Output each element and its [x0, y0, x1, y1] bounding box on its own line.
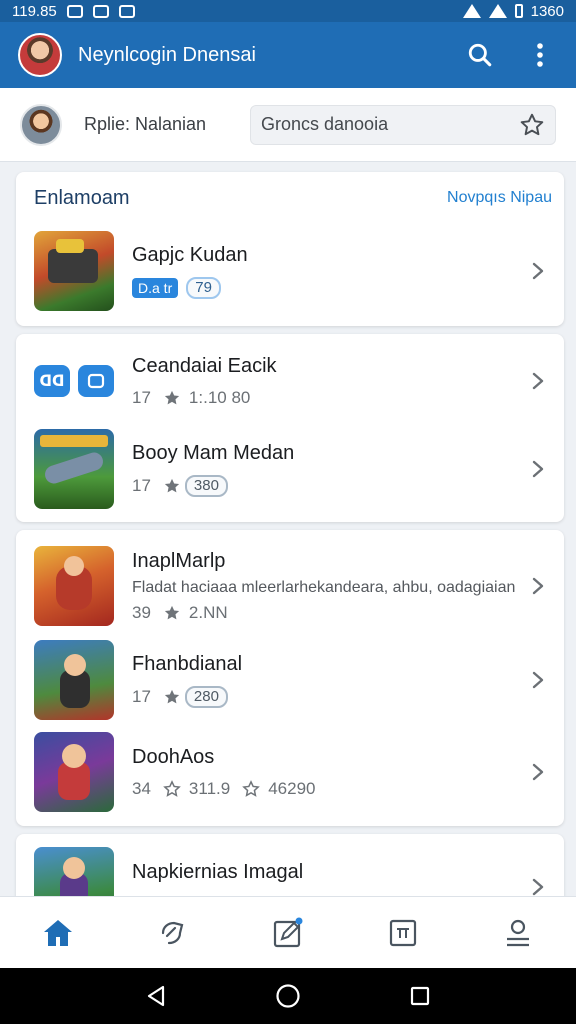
explore-icon [161, 921, 184, 944]
star-icon [164, 605, 180, 619]
chevron-right-icon [526, 875, 550, 896]
nav-home[interactable] [0, 897, 115, 968]
item-title: Fhanbdianal [132, 652, 243, 675]
back-button[interactable] [141, 981, 171, 1011]
item-title: DoohAos [132, 745, 215, 768]
status-bar: 119.85 1360 [0, 0, 576, 22]
chevron-right-icon [526, 760, 550, 784]
more-button[interactable] [520, 35, 560, 75]
search-icon [468, 43, 492, 67]
notification-icon [66, 4, 83, 18]
item-count: 311.9 [188, 778, 231, 798]
section-card: InaplMarlp Fladat haciaaa mleerlarhekand… [16, 530, 564, 826]
profile-avatar[interactable] [20, 103, 62, 146]
star-icon [163, 779, 181, 797]
recents-icon [410, 986, 430, 1006]
item-title: InaplMarlp [132, 549, 226, 572]
home-icon [43, 919, 72, 946]
system-navigation [0, 968, 576, 1024]
nav-calendar[interactable] [346, 897, 461, 968]
chevron-right-icon [526, 457, 550, 481]
status-time: 119.85 [12, 2, 57, 20]
profile-row: Rplie: Nalanian Groncs danooia [0, 88, 576, 162]
chevron-right-icon [526, 259, 550, 283]
app-badge-icon [78, 365, 114, 397]
game-thumbnail [34, 847, 114, 896]
item-tag: 79 [186, 276, 221, 299]
chevron-right-icon [526, 369, 550, 393]
edit-icon [273, 917, 303, 947]
item-rating: 34 [132, 778, 151, 798]
section-header: Enlamoam Novpqıs Nipau [16, 172, 564, 224]
app-badge: ᗡᗡ [34, 365, 70, 397]
section-title: Enlamoam [34, 186, 130, 209]
list-item[interactable]: Booy Mam Medan 17 380 [16, 422, 564, 516]
item-title: Ceandaiai Eacik [132, 354, 277, 377]
item-count: 1:.10 80 [188, 387, 251, 407]
item-count: 280 [184, 685, 228, 708]
nav-edit[interactable] [230, 897, 345, 968]
star-icon [164, 689, 180, 703]
game-thumbnail [34, 231, 114, 311]
profile-name: Rplie: Nalanian [84, 114, 207, 134]
item-rating: 17 [132, 387, 151, 407]
home-button[interactable] [273, 981, 303, 1011]
status-time-right: 1360 [530, 2, 564, 20]
star-icon [242, 779, 261, 797]
star-icon[interactable] [519, 112, 545, 138]
search-button[interactable] [460, 35, 500, 75]
star-icon [164, 390, 180, 404]
app-badges: ᗡᗡ [34, 365, 114, 397]
game-thumbnail [34, 732, 114, 812]
app-title: Neynlcogin Dnensai [78, 43, 256, 66]
back-icon [147, 985, 165, 1007]
chevron-right-icon [526, 668, 550, 692]
item-count: 2.NN [188, 602, 228, 622]
item-description: Fladat haciaaa mleerlarhekandeara, ahbu,… [132, 578, 516, 596]
signal-icon [488, 4, 507, 18]
search-input[interactable]: Groncs danooia [261, 114, 519, 135]
mail-icon [118, 4, 135, 18]
section-card: Napkiernias Imagal 16 3040 [16, 834, 564, 896]
calendar-icon [390, 919, 417, 946]
nav-explore[interactable] [115, 897, 230, 968]
list-item[interactable]: InaplMarlp Fladat haciaaa mleerlarhekand… [16, 530, 564, 634]
section-card: Enlamoam Novpqıs Nipau Gapjc Kudan D.a t… [16, 172, 564, 326]
game-thumbnail [34, 640, 114, 720]
list-item[interactable]: Gapjc Kudan D.a tr 79 [16, 224, 564, 318]
item-count-secondary: 46290 [268, 778, 316, 798]
battery-icon [514, 4, 523, 18]
game-thumbnail [34, 429, 114, 509]
app-avatar[interactable] [18, 33, 62, 77]
star-icon [164, 478, 180, 492]
more-vert-icon [537, 43, 543, 67]
game-thumbnail [34, 546, 114, 626]
item-title: Napkiernias Imagal [132, 860, 304, 883]
content-list: Enlamoam Novpqıs Nipau Gapjc Kudan D.a t… [0, 162, 576, 896]
list-item[interactable]: Fhanbdianal 17 280 [16, 634, 564, 726]
recents-button[interactable] [405, 981, 435, 1011]
list-item[interactable]: DoohAos 34 311.9 46290 [16, 726, 564, 818]
section-link[interactable]: Novpqıs Nipau [447, 189, 552, 207]
bottom-navigation [0, 896, 576, 968]
item-rating: 39 [132, 602, 151, 622]
chevron-right-icon [526, 574, 550, 598]
item-count: 380 [184, 474, 228, 497]
list-item[interactable]: ᗡᗡ Ceandaiai Eacik 17 1:.10 80 [16, 334, 564, 422]
wifi-icon [462, 4, 481, 18]
section-card: ᗡᗡ Ceandaiai Eacik 17 1:.10 80 Booy Mam … [16, 334, 564, 522]
item-badge: D.a tr [132, 277, 179, 298]
app-bar: Neynlcogin Dnensai [0, 22, 576, 88]
item-rating: 17 [132, 686, 151, 706]
nav-profile[interactable] [461, 897, 576, 968]
item-rating: 17 [132, 475, 151, 495]
search-field[interactable]: Groncs danooia [250, 104, 556, 145]
item-title: Gapjc Kudan [132, 243, 248, 266]
list-item[interactable]: Napkiernias Imagal 16 3040 [16, 834, 564, 896]
home-circle-icon [276, 984, 300, 1008]
profile-icon [507, 919, 530, 946]
message-icon [92, 4, 109, 18]
item-title: Booy Mam Medan [132, 441, 295, 464]
